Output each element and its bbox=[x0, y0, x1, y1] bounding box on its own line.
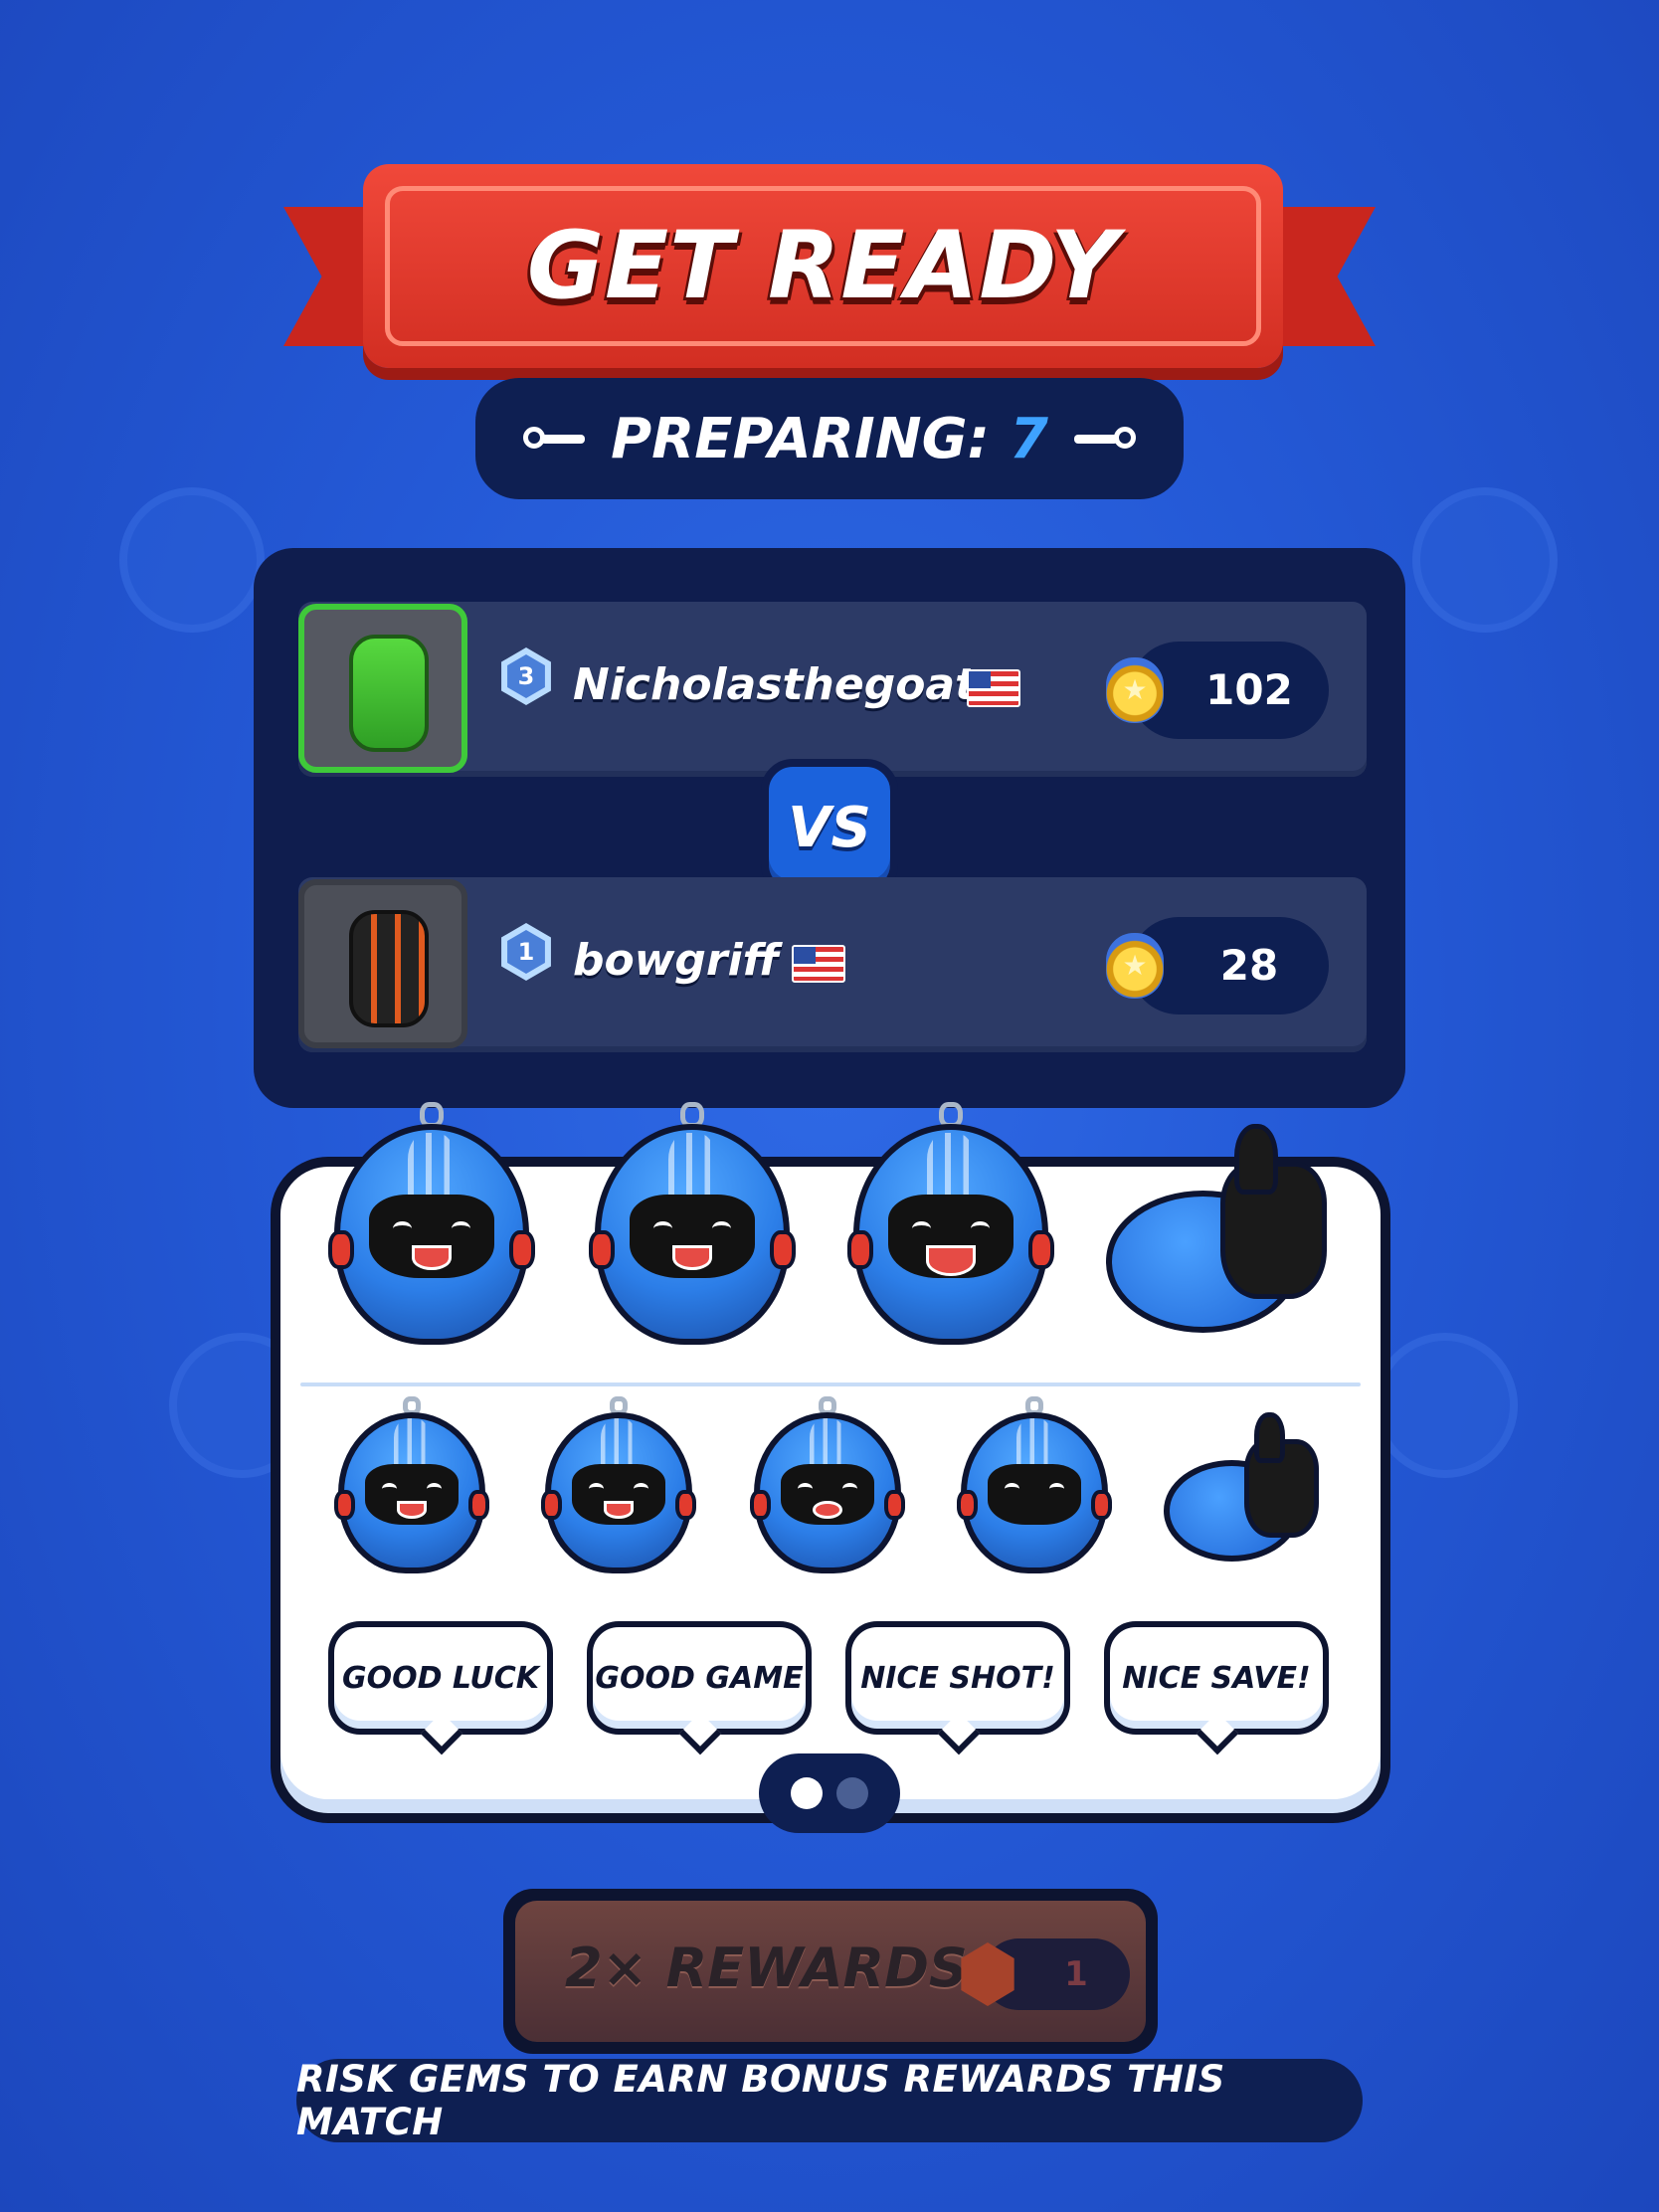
background-coin-icon bbox=[1412, 487, 1558, 633]
black-car-icon bbox=[349, 910, 429, 1027]
us-flag-icon bbox=[967, 669, 1020, 707]
double-rewards-button[interactable]: 2× REWARDS 1 bbox=[503, 1889, 1158, 2054]
chat-nice-save-button[interactable]: NICE SAVE! bbox=[1104, 1621, 1329, 1735]
player-1-car-avatar bbox=[298, 604, 467, 773]
emote-robot-happy[interactable] bbox=[589, 1101, 796, 1345]
page-title: GET READY bbox=[526, 212, 1120, 320]
emote-robot-crying-small[interactable] bbox=[540, 1395, 697, 1573]
trophy-count: 102 bbox=[1106, 642, 1329, 739]
player-name: Nicholasthegoat bbox=[573, 659, 977, 710]
gem-cost: 1 bbox=[1064, 1954, 1088, 1994]
rewards-label: 2× REWARDS bbox=[565, 1936, 968, 1999]
player-2-car-avatar bbox=[298, 879, 467, 1048]
vs-badge: VS bbox=[761, 759, 898, 896]
emote-robot-crying[interactable] bbox=[328, 1101, 535, 1345]
emote-robot-blushing-small[interactable] bbox=[956, 1395, 1113, 1573]
emote-page-indicator[interactable] bbox=[759, 1753, 900, 1833]
countdown-pill: PREPARING: 7 bbox=[475, 378, 1184, 499]
page-dot[interactable] bbox=[836, 1777, 868, 1809]
windup-key-icon bbox=[1072, 424, 1136, 454]
player-name: bowgriff bbox=[573, 935, 780, 986]
background-coin-icon bbox=[1373, 1333, 1518, 1478]
trophy-count: 28 bbox=[1106, 917, 1329, 1014]
windup-key-icon bbox=[523, 424, 587, 454]
emote-thumbs-up[interactable] bbox=[1106, 1124, 1327, 1333]
page-dot-active[interactable] bbox=[791, 1777, 823, 1809]
green-car-icon bbox=[349, 635, 429, 752]
chat-good-game-button[interactable]: GOOD GAME bbox=[587, 1621, 812, 1735]
gem-cost-pill: 1 bbox=[961, 1938, 1130, 2010]
emote-divider bbox=[300, 1382, 1361, 1386]
chat-good-luck-button[interactable]: GOOD LUCK bbox=[328, 1621, 553, 1735]
emote-robot-surprised-small[interactable] bbox=[749, 1395, 906, 1573]
chat-nice-shot-button[interactable]: NICE SHOT! bbox=[845, 1621, 1070, 1735]
background-coin-icon bbox=[119, 487, 265, 633]
us-flag-icon bbox=[792, 945, 845, 983]
level-badge: 3 bbox=[501, 647, 551, 705]
emote-robot-laughing-small[interactable] bbox=[333, 1395, 490, 1573]
countdown-label: PREPARING: bbox=[611, 406, 990, 471]
countdown-value: 7 bbox=[1009, 406, 1048, 471]
trophy-coin-icon bbox=[1106, 933, 1164, 999]
rewards-hint-text: RISK GEMS TO EARN BONUS REWARDS THIS MAT… bbox=[296, 2058, 1363, 2143]
emote-thumbs-up-small[interactable] bbox=[1164, 1412, 1319, 1562]
level-badge: 1 bbox=[501, 923, 551, 981]
title-banner: GET READY bbox=[363, 164, 1283, 368]
trophy-coin-icon bbox=[1106, 657, 1164, 723]
emote-robot-laughing[interactable] bbox=[847, 1101, 1054, 1345]
